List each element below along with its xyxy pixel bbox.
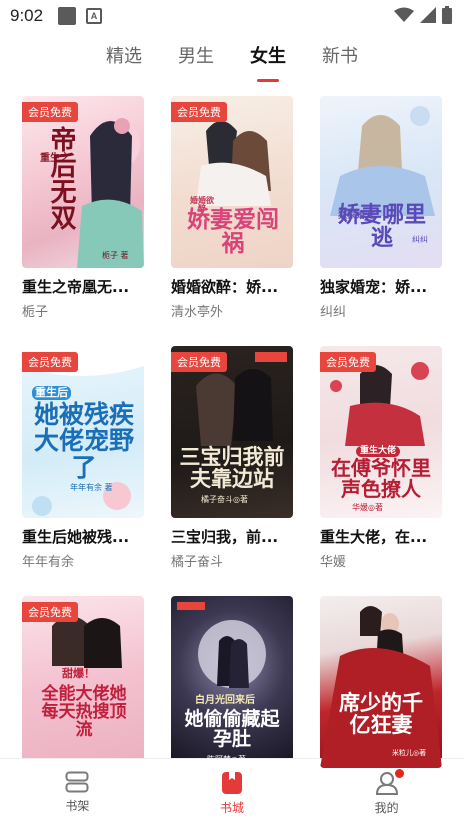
cover-author: 年年有余 著 <box>70 483 113 492</box>
notification-app-icon: A <box>86 8 102 24</box>
bookstore-icon <box>222 772 242 794</box>
nav-label: 书城 <box>220 801 245 815</box>
status-time: 9:02 <box>10 6 44 25</box>
book-card[interactable]: 白月光回来后 她偷偷藏起孕肚 陈阿楚◎著 <box>171 596 293 780</box>
cover-title-text: 在傅爷怀里声色撩人 <box>331 456 431 501</box>
cover-illustration <box>320 606 442 768</box>
book-cover[interactable]: 会员免费 重生之 帝后无双 栀子 著 <box>22 96 144 268</box>
book-author: 纠纠 <box>320 305 347 320</box>
nav-label: 书架 <box>65 799 90 813</box>
nav-profile[interactable]: 我的 <box>309 759 464 824</box>
cover-title-text: 三宝归我前夫靠边站 <box>179 444 285 492</box>
nav-bookstore[interactable]: 书城 <box>155 759 310 824</box>
cover-subtitle: 重生后 <box>32 386 71 400</box>
book-card[interactable]: 会员免费 婚婚欲醉 娇妻爱闯祸 婚婚欲醉：娇... 清水亭外 <box>171 96 293 320</box>
tab-female[interactable]: 女生 <box>250 40 286 82</box>
tab-new-books[interactable]: 新书 <box>322 40 358 80</box>
book-author: 华媛 <box>320 555 347 570</box>
book-cover[interactable]: 独家婚宠 娇妻哪里逃 纠纠 <box>320 96 442 268</box>
book-author: 栀子 <box>22 305 49 320</box>
status-bar: 9:02 A <box>0 0 464 34</box>
cover-author: 华媛◎著 <box>352 503 383 512</box>
tab-featured[interactable]: 精选 <box>106 40 142 80</box>
book-title: 重生大佬，在... <box>320 528 428 546</box>
notification-icon <box>58 7 76 25</box>
signal-icon <box>420 7 436 23</box>
vip-free-badge: 会员免费 <box>171 102 227 122</box>
notification-dot <box>395 769 405 778</box>
cover-title-text: 帝后无双 <box>46 126 76 230</box>
cover-title-text: 席少的千亿狂妻 <box>339 690 423 738</box>
wifi-icon <box>394 7 414 22</box>
book-title: 婚婚欲醉：娇... <box>171 278 279 296</box>
book-cover[interactable]: 白月光回来后 她偷偷藏起孕肚 陈阿楚◎著 <box>171 596 293 768</box>
book-title: 三宝归我，前... <box>171 528 279 546</box>
book-cover[interactable]: 席少的千亿狂妻 米粒儿◎著 <box>320 596 442 768</box>
bookshelf-icon <box>65 771 89 793</box>
cover-title-text: 全能大佬她每天热搜顶流 <box>41 684 127 740</box>
vip-free-badge: 会员免费 <box>171 352 227 372</box>
book-card[interactable]: 会员免费 甜爆！ 全能大佬她每天热搜顶流 <box>22 596 144 780</box>
book-grid: 会员免费 重生之 帝后无双 栀子 著 重生之帝凰无... 栀子 会员免费 婚婚欲… <box>22 96 442 780</box>
nav-bookshelf[interactable]: 书架 <box>0 759 155 824</box>
vip-free-badge: 会员免费 <box>22 602 78 622</box>
book-author: 橘子奋斗 <box>171 555 224 570</box>
nav-label: 我的 <box>374 801 399 815</box>
category-tabs: 精选 男生 女生 新书 <box>0 40 464 82</box>
book-card[interactable]: 席少的千亿狂妻 米粒儿◎著 <box>320 596 442 780</box>
tab-male[interactable]: 男生 <box>178 40 214 80</box>
book-cover[interactable]: 会员免费 重生后 她被残疾大佬宠野了 年年有余 著 <box>22 346 144 518</box>
book-title: 独家婚宠：娇... <box>320 278 428 296</box>
cover-title-text: 娇妻爱闯祸 <box>187 206 279 258</box>
cover-author: 纠纠 <box>412 235 428 244</box>
book-card[interactable]: 会员免费 重生大佬 在傅爷怀里声色撩人 华媛◎著 重生大佬，在... 华媛 <box>320 346 442 570</box>
vip-free-badge: 会员免费 <box>22 102 78 122</box>
book-title: 重生后她被残... <box>22 528 130 546</box>
cover-subtitle: 白月光回来后 <box>195 695 255 706</box>
cover-title-text: 她偷偷藏起孕肚 <box>184 708 280 750</box>
book-card[interactable]: 会员免费 重生之 帝后无双 栀子 著 重生之帝凰无... 栀子 <box>22 96 144 320</box>
cover-subtitle: 甜爆！ <box>62 667 95 680</box>
book-cover[interactable]: 会员免费 婚婚欲醉 娇妻爱闯祸 <box>171 96 293 268</box>
book-cover[interactable]: 会员免费 重生大佬 在傅爷怀里声色撩人 华媛◎著 <box>320 346 442 518</box>
cover-author: 栀子 著 <box>102 251 129 260</box>
book-cover[interactable]: 会员免费 甜爆！ 全能大佬她每天热搜顶流 <box>22 596 144 768</box>
cover-author: 米粒儿◎著 <box>392 749 427 757</box>
book-cover[interactable]: 会员免费 三宝归我前夫靠边站 橘子奋斗◎著 <box>171 346 293 518</box>
book-card[interactable]: 会员免费 三宝归我前夫靠边站 橘子奋斗◎著 三宝归我，前... 橘子奋斗 <box>171 346 293 570</box>
cover-title-text: 她被残疾大佬宠野了 <box>33 400 134 482</box>
book-author: 年年有余 <box>22 555 75 570</box>
book-card[interactable]: 会员免费 重生后 她被残疾大佬宠野了 年年有余 著 重生后她被残... 年年有余 <box>22 346 144 570</box>
cover-author: 陈阿楚◎著 <box>207 755 246 764</box>
battery-icon <box>442 6 452 24</box>
book-card[interactable]: 独家婚宠 娇妻哪里逃 纠纠 独家婚宠：娇... 纠纠 <box>320 96 442 320</box>
book-author: 清水亭外 <box>171 305 224 320</box>
book-title: 重生之帝凰无... <box>22 278 130 296</box>
cover-author: 橘子奋斗◎著 <box>201 495 248 504</box>
vip-free-badge: 会员免费 <box>320 352 376 372</box>
vip-free-badge: 会员免费 <box>22 352 78 372</box>
